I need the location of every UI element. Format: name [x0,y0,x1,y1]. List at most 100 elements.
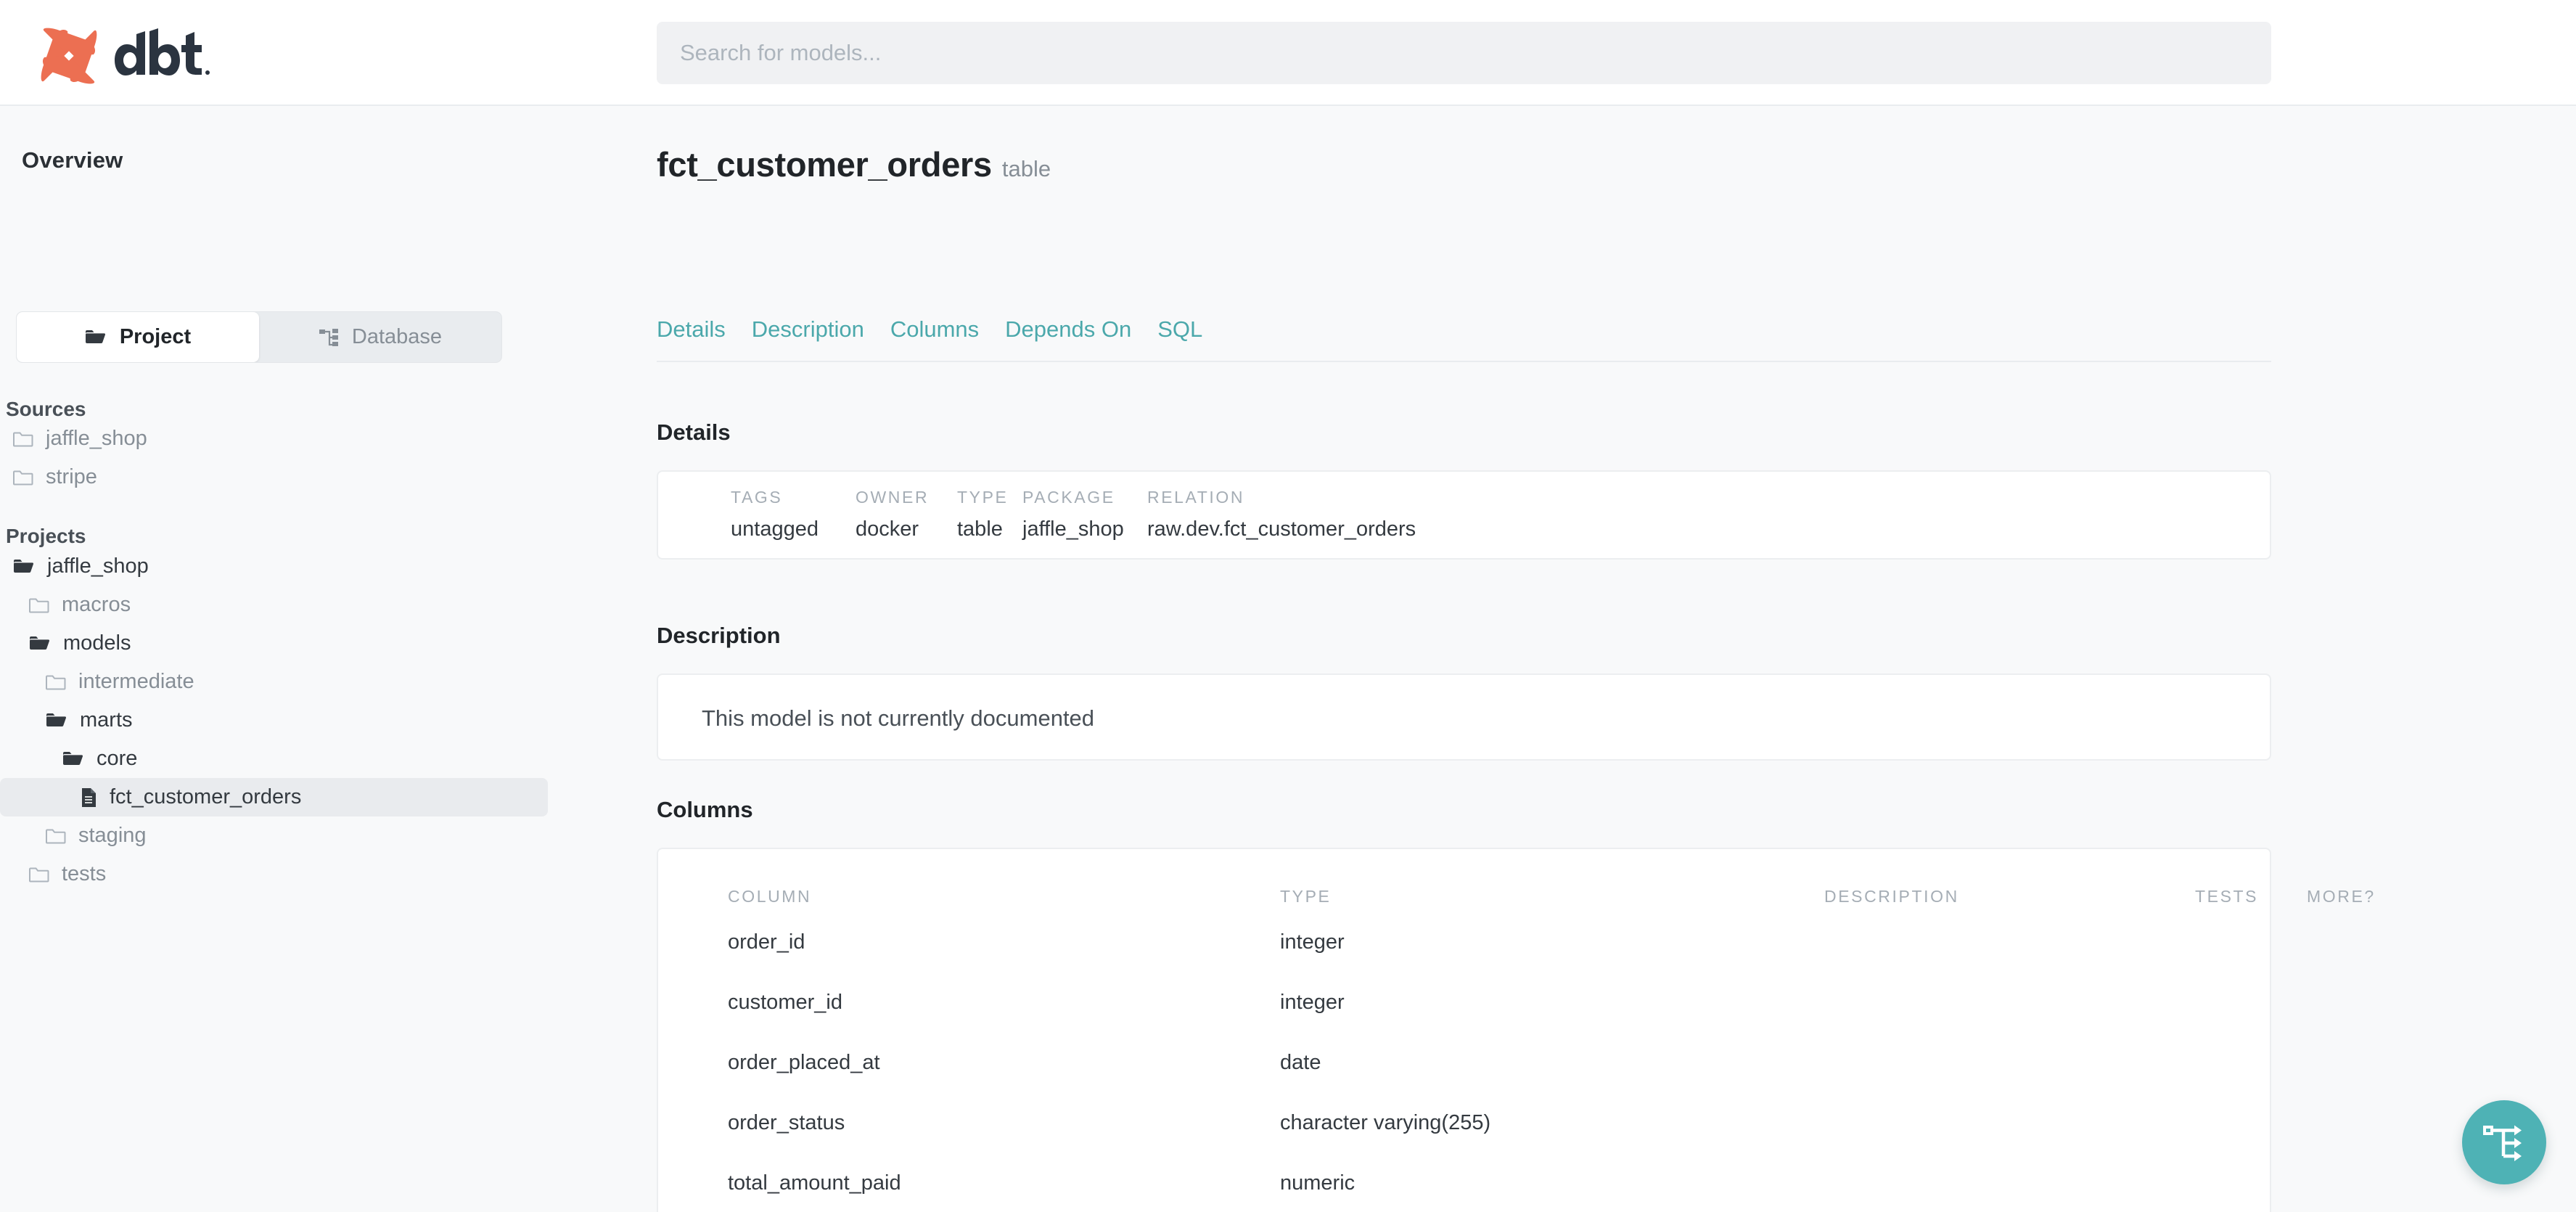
cell-type: date [1280,1051,1321,1074]
detail-field-relation: RELATION raw.dev.fct_customer_orders [1147,488,1416,541]
dbt-wordmark [115,28,210,75]
tree-folder-macros[interactable]: macros [0,586,548,624]
tree-folder-models[interactable]: models [0,624,548,663]
cell-type: numeric [1280,1171,1355,1195]
cell-column: order_placed_at [728,1051,880,1074]
detail-field-label: OWNER [856,488,930,507]
folder-closed-icon [29,597,49,614]
tree-folder-intermediate[interactable]: intermediate [0,663,548,701]
cell-type: character varying(255) [1280,1111,1491,1134]
folder-open-icon [30,636,50,650]
column-header-type: TYPE [1280,887,1332,906]
cell-column: customer_id [728,991,842,1014]
column-header-tests: TESTS [2195,887,2259,906]
table-row[interactable]: order_id integer [658,912,2273,972]
tree-item-label: tests [62,862,107,885]
toggle-database[interactable]: Database [259,312,501,362]
folder-closed-icon [46,827,66,845]
folder-closed-icon [29,867,49,882]
column-header-more: MORE? [2307,887,2376,906]
view-lineage-graph-button[interactable] [2462,1100,2546,1184]
tree-folder-marts[interactable]: marts [0,701,548,740]
description-heading: Description [657,623,781,648]
sources-tree: jaffle_shopstripe [0,419,657,496]
tree-item-label: core [97,747,138,770]
columns-card: COLUMN TYPE DESCRIPTION TESTS MORE? order_id i… [657,848,2374,1212]
folder-open-icon [13,558,35,576]
tree-folder-stripe[interactable]: stripe [0,458,548,496]
detail-field-value: docker [856,517,919,541]
folder-open-icon [46,712,67,729]
folder-closed-icon [46,829,66,843]
column-header-description: DESCRIPTION [1824,887,1959,906]
sidebar-view-toggle: Project Database [17,312,501,362]
details-grid: TAGS untagged OWNER docker TYPE table PACKAGE j… [731,488,1416,541]
tree-folder-staging[interactable]: staging [0,816,548,855]
tree-folder-core[interactable]: core [0,740,548,778]
cell-column: order_status [728,1111,845,1134]
detail-field-label: TAGS [731,488,783,507]
detail-field-label: PACKAGE [1022,488,1115,507]
detail-field-label: TYPE [957,488,1009,507]
tree-folder-jaffle_shop[interactable]: jaffle_shop [0,419,548,458]
folder-closed-icon [13,430,33,448]
tree-item-label: intermediate [78,670,194,693]
folder-closed-icon [13,470,33,485]
detail-field-type: TYPE table [957,488,1022,541]
details-card: TAGS untagged OWNER docker TYPE table PACKAGE j… [657,470,2271,560]
tree-item-label: fct_customer_orders [110,785,302,808]
folder-closed-icon [29,598,49,613]
sitemap-icon [319,328,338,346]
tab-description[interactable]: Description [752,316,864,343]
toggle-project[interactable]: Project [17,312,259,362]
folder-open-icon [63,751,83,765]
tree-item-label: models [63,631,131,655]
page-title-text: fct_customer_orders [657,145,992,184]
tree-folder-jaffle_shop[interactable]: jaffle_shop [0,547,548,586]
folder-closed-icon [13,432,33,446]
table-row[interactable]: total_amount_paid numeric [658,1152,2273,1212]
tab-sql[interactable]: SQL [1157,316,1202,343]
toggle-project-label: Project [119,325,192,348]
page-title-type: table [1001,156,1051,181]
details-heading: Details [657,419,731,445]
projects-tree: jaffle_shopmacros models intermediate marts… [0,547,657,893]
table-row[interactable]: customer_id integer [658,972,2273,1032]
tree-item-label: stripe [46,465,97,488]
file-icon [80,787,97,808]
dbt-logo[interactable] [35,22,223,90]
tree-file-fct_customer_orders[interactable]: fct_customer_orders [0,778,548,816]
search-input[interactable] [657,22,2271,84]
cell-column: total_amount_paid [728,1171,901,1195]
cell-column: order_id [728,930,805,954]
sidebar: Overview Project Database Sources jaffle… [0,106,657,1212]
tree-item-label: jaffle_shop [46,427,147,450]
tree-item-label: jaffle_shop [47,554,149,578]
folder-closed-icon [46,675,66,689]
file-icon [82,787,96,807]
tree-folder-tests[interactable]: tests [0,855,548,893]
dbt-logo-icon [41,28,97,84]
folder-open-icon [14,559,34,573]
tab-depends-on[interactable]: Depends On [1005,316,1131,343]
detail-field-owner: OWNER docker [856,488,957,541]
tabs-divider [657,361,2271,362]
table-row[interactable]: order_placed_at date [658,1032,2273,1092]
table-row[interactable]: order_status character varying(255) [658,1092,2273,1152]
tab-columns[interactable]: Columns [890,316,979,343]
sidebar-item-overview[interactable]: Overview [22,147,123,173]
search-container [657,22,2271,84]
tree-item-label: macros [62,593,131,616]
detail-field-value: table [957,517,1003,541]
folder-open-icon [46,713,67,726]
folder-closed-icon [13,469,33,486]
tab-details[interactable]: Details [657,316,726,343]
detail-field-label: RELATION [1147,488,1245,507]
tree-item-label: marts [80,708,133,732]
top-bar [0,0,2576,106]
folder-open-icon [29,635,51,652]
sources-section-label: Sources [6,398,86,420]
columns-header-row: COLUMN TYPE DESCRIPTION TESTS MORE? [658,849,2374,912]
page-title: fct_customer_orders table [657,144,1051,184]
folder-open-icon [62,750,84,768]
